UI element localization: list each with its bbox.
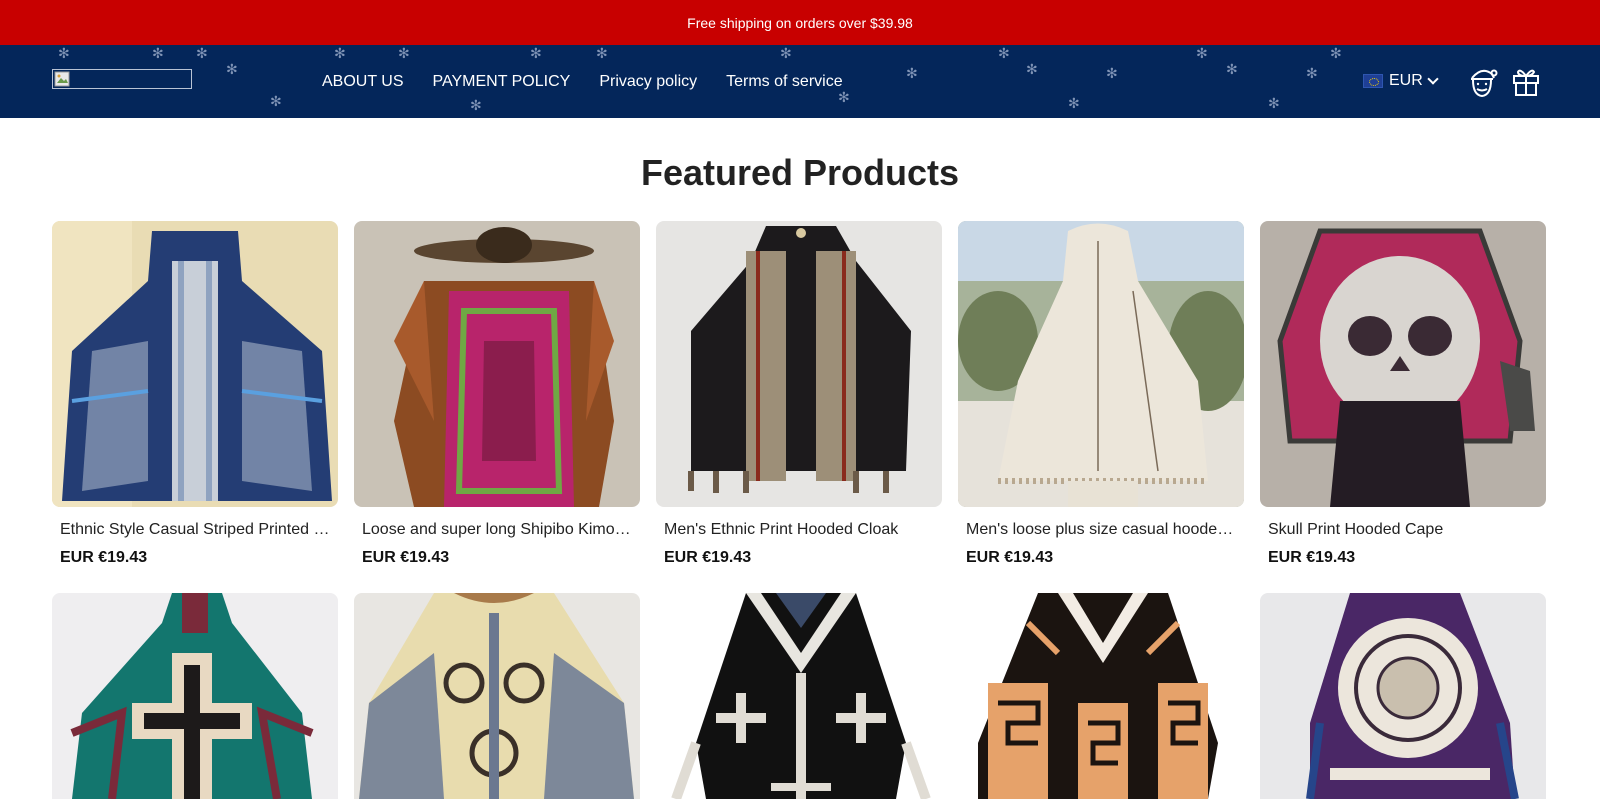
product-card[interactable]: Skull Print Hooded Cape EUR €19.43 (1260, 221, 1546, 567)
product-card[interactable]: Ethnic Style Casual Striped Printed Hood… (52, 221, 338, 567)
snowflake-icon: ✻ (270, 94, 282, 110)
product-price: EUR €19.43 (664, 549, 752, 566)
product-image[interactable] (52, 593, 338, 799)
snowflake-icon: ✻ (1330, 46, 1342, 62)
nav-terms-of-service[interactable]: Terms of service (726, 73, 842, 91)
product-image[interactable] (1260, 593, 1546, 799)
main-nav: ABOUT US PAYMENT POLICY Privacy policy T… (322, 45, 872, 118)
store-logo[interactable] (52, 69, 192, 89)
snowflake-icon: ✻ (196, 46, 208, 62)
snowflake-icon: ✻ (58, 46, 70, 62)
product-card[interactable]: Men's loose plus size casual hooded cloa… (958, 221, 1244, 567)
gift-icon[interactable] (1510, 64, 1542, 98)
snowflake-icon: ✻ (1268, 96, 1280, 112)
announcement-text: Free shipping on orders over $39.98 (687, 14, 913, 31)
product-title[interactable]: Ethnic Style Casual Striped Printed Hood… (60, 521, 330, 539)
snowflake-icon: ✻ (906, 66, 918, 82)
section-title: Featured Products (640, 152, 960, 193)
product-title[interactable]: Men's Ethnic Print Hooded Cloak (664, 521, 934, 539)
product-card[interactable] (354, 593, 640, 799)
snowflake-icon: ✻ (152, 46, 164, 62)
nav-privacy-policy[interactable]: Privacy policy (599, 73, 697, 91)
snowflake-icon: ✻ (1226, 62, 1238, 78)
nav-payment-policy[interactable]: PAYMENT POLICY (433, 73, 571, 91)
snowflake-icon: ✻ (998, 46, 1010, 62)
product-card[interactable] (656, 593, 942, 799)
product-card[interactable] (52, 593, 338, 799)
nav-about-us[interactable]: ABOUT US (322, 73, 404, 91)
site-header: ✻ ✻ ✻ ✻ ✻ ✻ ✻ ✻ ✻ ✻ ✻ ✻ ✻ ✻ ✻ ✻ ✻ ✻ ✻ ✻ … (0, 45, 1600, 118)
snowflake-icon: ✻ (1068, 96, 1080, 112)
product-card[interactable] (958, 593, 1244, 799)
product-price: EUR €19.43 (60, 549, 148, 566)
snowflake-icon: ✻ (1196, 46, 1208, 62)
santa-icon[interactable] (1466, 64, 1498, 98)
snowflake-icon: ✻ (1106, 66, 1118, 82)
product-image[interactable] (354, 221, 640, 507)
product-image[interactable] (52, 221, 338, 507)
product-title[interactable]: Loose and super long Shipibo Kimono (362, 521, 632, 539)
currency-selector[interactable]: EUR (1363, 70, 1439, 92)
product-image[interactable] (656, 221, 942, 507)
product-image[interactable] (958, 593, 1244, 799)
product-price: EUR €19.43 (1268, 549, 1356, 566)
product-image[interactable] (656, 593, 942, 799)
product-card[interactable]: Loose and super long Shipibo Kimono EUR … (354, 221, 640, 567)
product-price: EUR €19.43 (362, 549, 450, 566)
product-card[interactable] (1260, 593, 1546, 799)
chevron-down-icon (1427, 73, 1439, 85)
product-image[interactable] (354, 593, 640, 799)
product-price: EUR €19.43 (966, 549, 1054, 566)
product-image[interactable] (958, 221, 1244, 507)
product-title[interactable]: Men's loose plus size casual hooded cloa… (966, 521, 1236, 539)
product-card[interactable]: Men's Ethnic Print Hooded Cloak EUR €19.… (656, 221, 942, 567)
snowflake-icon: ✻ (1026, 62, 1038, 78)
broken-image-icon (54, 71, 70, 87)
product-title[interactable]: Skull Print Hooded Cape (1268, 521, 1538, 539)
announcement-bar: Free shipping on orders over $39.98 (0, 0, 1600, 45)
eu-flag-icon (1363, 74, 1383, 88)
snowflake-icon: ✻ (1306, 66, 1318, 82)
product-image[interactable] (1260, 221, 1546, 507)
currency-label: EUR (1389, 72, 1423, 89)
snowflake-icon: ✻ (226, 62, 238, 78)
